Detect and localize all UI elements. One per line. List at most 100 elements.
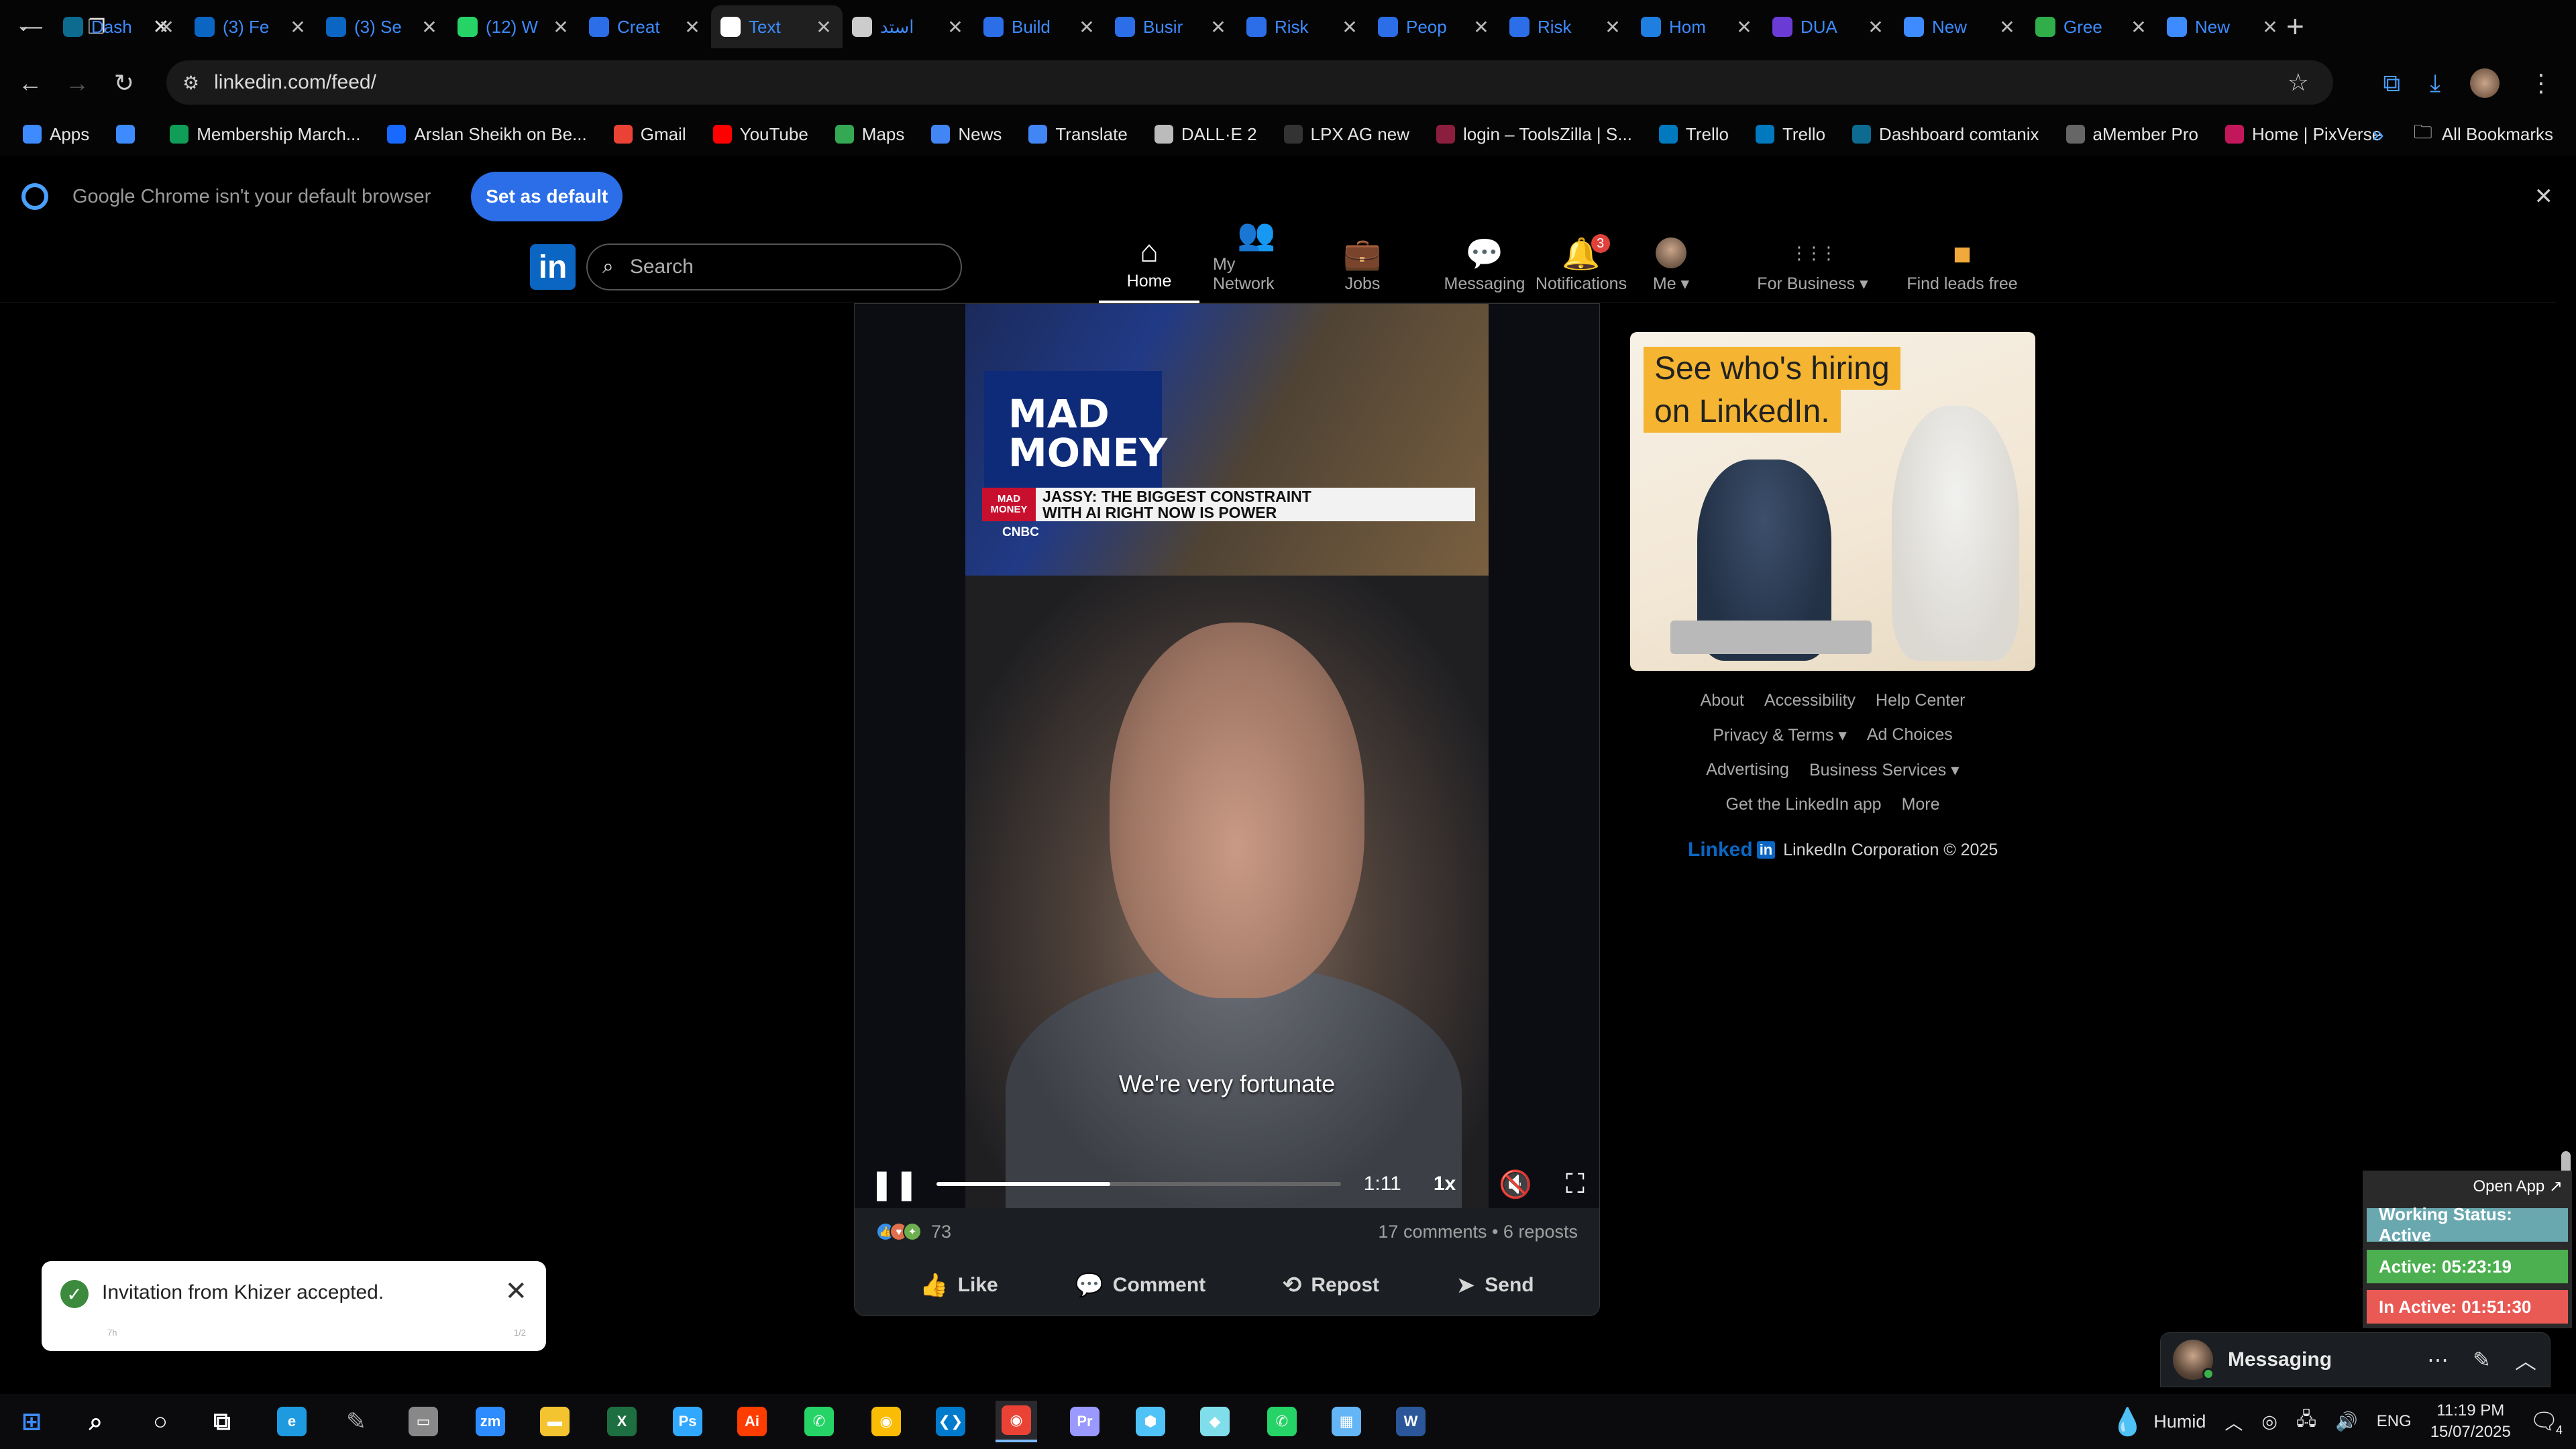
volume-icon[interactable]: 🔊 bbox=[2335, 1411, 2358, 1432]
app-notes-taskbar-button[interactable]: ◆ bbox=[1194, 1401, 1236, 1442]
video-progress-bar[interactable] bbox=[936, 1182, 1341, 1186]
tab-close-icon[interactable]: ✕ bbox=[288, 16, 307, 38]
bookmark-item[interactable]: Membership March... bbox=[170, 124, 360, 145]
windows-start-taskbar-button[interactable]: ⊞ bbox=[11, 1401, 52, 1442]
tab-close-icon[interactable]: ✕ bbox=[420, 16, 439, 38]
extensions-icon[interactable]: ⧉ bbox=[2383, 69, 2400, 98]
linkedin-logo[interactable]: in bbox=[530, 244, 576, 290]
bookmark-star-icon[interactable]: ☆ bbox=[2288, 68, 2309, 97]
open-app-button[interactable]: Open App ↗ bbox=[2463, 1171, 2572, 1201]
muted-speaker-icon[interactable]: 🔇 bbox=[1499, 1169, 1532, 1200]
vscode-taskbar-button[interactable]: ❮❯ bbox=[930, 1401, 971, 1442]
tab-close-icon[interactable]: ✕ bbox=[1603, 16, 1622, 38]
tab-close-icon[interactable]: ✕ bbox=[683, 16, 702, 38]
task-view-taskbar-button[interactable]: ⧉ bbox=[201, 1401, 243, 1442]
bookmark-item[interactable]: Maps bbox=[835, 124, 904, 145]
url-text[interactable]: linkedin.com/feed/ bbox=[214, 71, 376, 94]
bookmark-item[interactable]: Arslan Sheikh on Be... bbox=[387, 124, 587, 145]
bookmark-item[interactable]: Trello bbox=[1755, 124, 1825, 145]
bookmark-item[interactable]: DALL·E 2 bbox=[1154, 124, 1257, 145]
infobar-close-icon[interactable]: ✕ bbox=[2534, 183, 2554, 210]
browser-tab[interactable]: New ✕ bbox=[1894, 5, 2026, 48]
language-indicator[interactable]: ENG bbox=[2377, 1412, 2412, 1431]
forward-button[interactable]: → bbox=[54, 69, 101, 97]
weather-label[interactable]: Humid bbox=[2153, 1411, 2206, 1432]
nav-bell[interactable]: 🔔 3 Notifications bbox=[1531, 232, 1631, 303]
nav-briefcase[interactable]: 💼 Jobs bbox=[1326, 232, 1399, 303]
hiring-ad[interactable]: See who's hiring on LinkedIn. bbox=[1630, 332, 2035, 671]
search-taskbar-button[interactable]: ⌕ bbox=[75, 1401, 117, 1442]
browser-tab[interactable]: New ✕ bbox=[2157, 5, 2289, 48]
terminal-taskbar-button[interactable]: ▭ bbox=[402, 1401, 444, 1442]
close-icon[interactable]: ✕ bbox=[504, 1276, 527, 1307]
browser-tab[interactable]: Creat ✕ bbox=[580, 5, 711, 48]
browser-tab[interactable]: Risk ✕ bbox=[1500, 5, 1631, 48]
video-player[interactable]: MAD MONEY MAD MONEY JASSY: THE BIGGEST C… bbox=[855, 304, 1599, 1208]
chrome-taskbar-button[interactable]: ◉ bbox=[865, 1401, 907, 1442]
footer-link[interactable]: Privacy & Terms ▾ bbox=[1713, 725, 1847, 745]
compose-message-icon[interactable]: ✎ bbox=[2473, 1347, 2491, 1373]
browser-tab[interactable]: (12) W ✕ bbox=[448, 5, 580, 48]
messaging-overlay-bar[interactable]: Messaging ⋯ ✎ ︿ bbox=[2160, 1332, 2551, 1387]
calculator-taskbar-button[interactable]: ▦ bbox=[1326, 1401, 1367, 1442]
bookmark-item[interactable]: News bbox=[931, 124, 1002, 145]
set-as-default-button[interactable]: Set as default bbox=[471, 172, 623, 221]
browser-tab[interactable]: (3) Se ✕ bbox=[317, 5, 448, 48]
bookmark-item[interactable]: Gmail bbox=[613, 124, 686, 145]
tab-close-icon[interactable]: ✕ bbox=[551, 16, 570, 38]
nav-network[interactable]: 👥 My Network bbox=[1213, 219, 1300, 303]
zoom-taskbar-button[interactable]: zm bbox=[470, 1401, 511, 1442]
browser-tab[interactable]: Text ✕ bbox=[711, 5, 843, 48]
footer-link[interactable]: Ad Choices bbox=[1867, 725, 1953, 745]
like-button[interactable]: 👍 Like bbox=[920, 1272, 998, 1299]
footer-link[interactable]: Accessibility bbox=[1764, 691, 1856, 710]
browser-tab[interactable]: Peop ✕ bbox=[1368, 5, 1500, 48]
chrome-menu-icon[interactable]: ⋮ bbox=[2529, 69, 2553, 97]
nav-home[interactable]: ⌂ Home bbox=[1099, 232, 1199, 303]
illustrator-taskbar-button[interactable]: Ai bbox=[731, 1401, 773, 1442]
footer-link[interactable]: About bbox=[1701, 691, 1744, 710]
browser-tab[interactable]: Busir ✕ bbox=[1106, 5, 1237, 48]
bookmark-item[interactable]: Apps bbox=[23, 124, 89, 145]
notification-center-icon[interactable]: 🗨 4 bbox=[2530, 1408, 2563, 1437]
reaction-icons[interactable]: 👍 ♥ ✦ bbox=[876, 1222, 922, 1241]
browser-tab[interactable]: Dash ✕ bbox=[54, 5, 185, 48]
bookmark-item[interactable]: Trello bbox=[1658, 124, 1729, 145]
tab-close-icon[interactable]: ✕ bbox=[1998, 16, 2017, 38]
file-explorer-taskbar-button[interactable]: ▬ bbox=[534, 1401, 576, 1442]
reload-button[interactable]: ↻ bbox=[101, 69, 148, 97]
bookmark-item[interactable]: Translate bbox=[1028, 124, 1128, 145]
excel-taskbar-button[interactable]: X bbox=[601, 1401, 643, 1442]
bookmark-item[interactable]: LPX AG new bbox=[1283, 124, 1409, 145]
bookmark-item[interactable]: YouTube bbox=[712, 124, 808, 145]
more-bookmarks-icon[interactable]: » bbox=[2372, 122, 2384, 147]
tab-close-icon[interactable]: ✕ bbox=[1077, 16, 1096, 38]
bookmark-item[interactable]: Dashboard comtanix bbox=[1852, 124, 2039, 145]
footer-link[interactable]: Help Center bbox=[1876, 691, 1965, 710]
photoshop-taskbar-button[interactable]: Ps bbox=[667, 1401, 708, 1442]
pause-button[interactable]: ❚❚ bbox=[869, 1167, 919, 1201]
bookmark-item[interactable]: aMember Pro bbox=[2065, 124, 2198, 145]
tab-close-icon[interactable]: ✕ bbox=[1735, 16, 1754, 38]
search-input[interactable]: ⌕ Search bbox=[586, 244, 962, 290]
cortana-taskbar-button[interactable]: ○ bbox=[140, 1401, 181, 1442]
nav-grid[interactable]: ⋮⋮⋮ For Business ▾ bbox=[1752, 232, 1873, 303]
chevron-up-icon[interactable]: ︿ bbox=[2224, 1409, 2243, 1435]
bookmark-item[interactable]: Home | PixVerse bbox=[2225, 124, 2381, 145]
footer-link[interactable]: Business Services ▾ bbox=[1809, 760, 1960, 780]
tab-search-chevron-icon[interactable]: ⌄ bbox=[16, 15, 31, 36]
downloads-icon[interactable]: ⤓ bbox=[2430, 69, 2440, 98]
bookmark-item[interactable]: login – ToolsZilla | S... bbox=[1436, 124, 1632, 145]
browser-tab[interactable]: DUA ✕ bbox=[1763, 5, 1894, 48]
bookmark-item[interactable] bbox=[116, 125, 143, 144]
tab-close-icon[interactable]: ✕ bbox=[946, 16, 965, 38]
browser-tab[interactable]: استد ✕ bbox=[843, 5, 974, 48]
browser-tab[interactable]: Build ✕ bbox=[974, 5, 1106, 48]
phone-link-taskbar-button[interactable]: ✆ bbox=[798, 1401, 840, 1442]
tab-close-icon[interactable]: ✕ bbox=[1866, 16, 1885, 38]
footer-link[interactable]: Advertising bbox=[1706, 760, 1789, 780]
playback-speed-button[interactable]: 1x bbox=[1434, 1173, 1456, 1195]
browser-tab[interactable]: Hom ✕ bbox=[1631, 5, 1763, 48]
nav-avatar[interactable]: ● Me ▾ bbox=[1648, 232, 1695, 303]
meet-now-icon[interactable]: ◎ bbox=[2261, 1411, 2277, 1432]
